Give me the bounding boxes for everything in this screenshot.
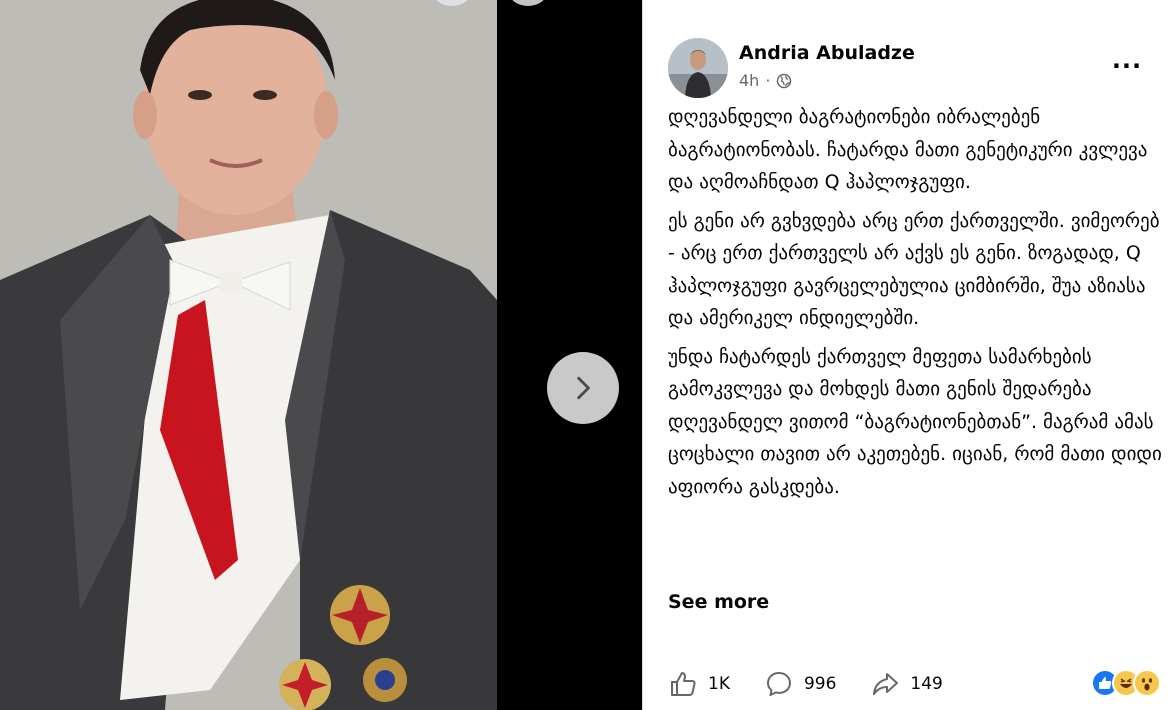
see-more-button[interactable]: See more (668, 591, 769, 613)
chevron-right-icon (577, 376, 590, 400)
photo-viewer (0, 0, 642, 710)
share-icon (873, 673, 899, 695)
action-bar: 1K 996 149 (668, 666, 977, 702)
post-photo (0, 0, 497, 710)
photo-illustration (0, 0, 497, 710)
post-paragraph: დღევანდელი ბაგრატიონები იბრალებენ ბაგრატ… (668, 106, 1148, 193)
share-count: 149 (910, 674, 943, 694)
reactions-summary[interactable] (1091, 669, 1161, 697)
comment-count: 996 (803, 674, 837, 694)
post-paragraph: ეს გენი არ გვხვდება არც ერთ ქართველში. ვ… (668, 209, 1160, 330)
post-paragraph: უნდა ჩატარდეს ქართველ მეფეთა სამარხების … (668, 345, 1162, 498)
post-time[interactable]: 4h (739, 71, 759, 90)
avatar-image (668, 38, 728, 98)
author-avatar[interactable] (668, 38, 728, 98)
post-panel: Andria Abuladze 4h · ··· დღევანდელი ბაგრ… (642, 0, 1171, 710)
globe-icon (776, 73, 792, 89)
thumbs-up-icon (671, 672, 696, 696)
post-meta: 4h · (739, 71, 792, 90)
author-name[interactable]: Andria Abuladze (739, 42, 915, 64)
post-header: Andria Abuladze 4h · ··· (668, 38, 1151, 98)
share-button[interactable]: 149 (870, 669, 943, 699)
wow-reaction-icon (1133, 669, 1161, 697)
like-count: 1K (708, 674, 730, 694)
top-control-button-2[interactable] (508, 0, 548, 6)
post-body: დღევანდელი ბაგრატიონები იბრალებენ ბაგრატ… (668, 101, 1163, 509)
more-options-icon[interactable]: ··· (1111, 50, 1143, 82)
like-button[interactable]: 1K (668, 669, 730, 699)
comment-icon (766, 672, 791, 696)
comment-button[interactable]: 996 (764, 669, 836, 699)
next-photo-button[interactable] (547, 352, 619, 424)
